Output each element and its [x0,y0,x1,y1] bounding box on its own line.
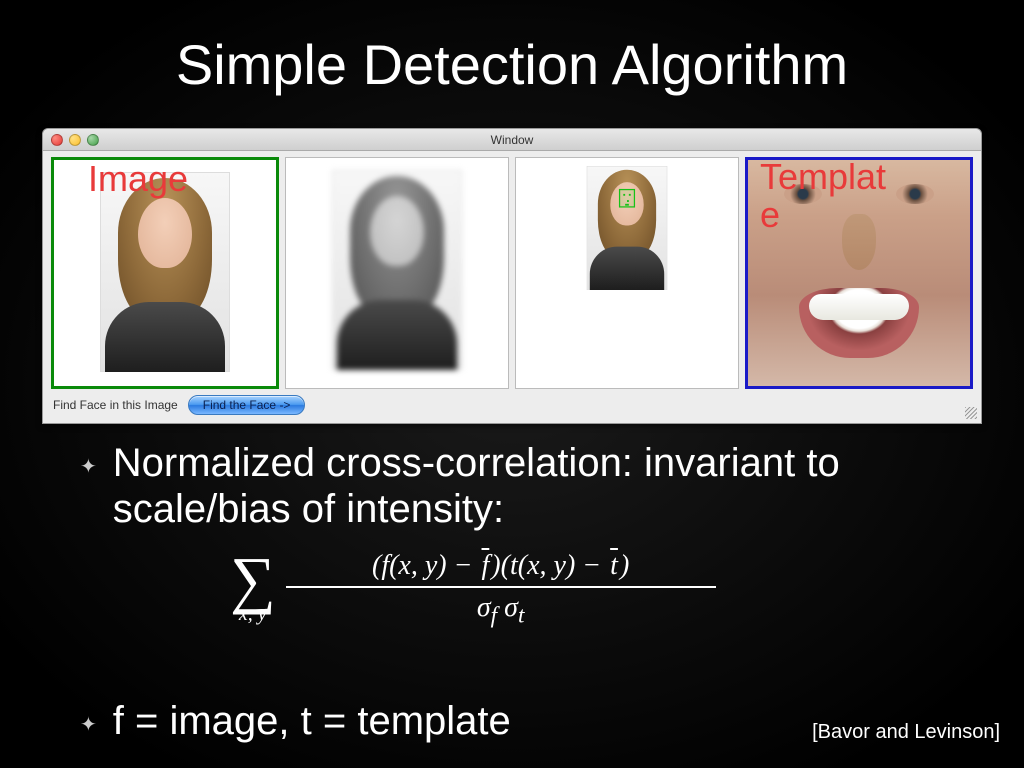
summation-symbol: ∑ x, y [230,554,276,626]
slide-body: ✦ Normalized cross-correlation: invarian… [80,440,984,638]
bullet-icon: ✦ [80,712,97,737]
find-face-button[interactable]: Find the Face -> [188,395,306,415]
slide-title: Simple Detection Algorithm [0,0,1024,97]
detection-box-icon [619,189,635,208]
image-overlay-label: Image [88,158,188,200]
formula: ∑ x, y (f(x, y) − f)(t(x, y) − t) σf σt [230,550,750,630]
denominator: σf σt [477,592,525,630]
sub-f: f [491,603,497,629]
window-titlebar: Window [43,129,981,151]
bullet-item-2: ✦ f = image, t = template [80,699,511,744]
slide-footer-row: ✦ f = image, t = template [Bavor and Lev… [80,699,1000,744]
detection-result-pane [515,157,739,389]
fraction: (f(x, y) − f)(t(x, y) − t) σf σt [286,550,716,630]
window-footer: Find Face in this Image Find the Face -> [53,395,305,415]
citation: [Bavor and Levinson] [812,721,1000,744]
bullet-item-1: ✦ Normalized cross-correlation: invarian… [80,440,984,532]
sigma-t: σ [504,592,518,623]
blurred-image-pane [285,157,509,389]
bullet-icon: ✦ [80,454,97,479]
bullet-text-2: f = image, t = template [113,699,511,744]
sub-t: t [518,603,524,629]
find-face-link[interactable]: Find Face in this Image [53,398,178,412]
resize-grip-icon[interactable] [965,407,977,419]
window-title: Window [43,133,981,147]
sum-subscript: x, y [239,603,267,626]
sigma-f: σ [477,592,491,623]
bullet-text-1: Normalized cross-correlation: invariant … [113,440,984,532]
template-overlay-label: Templat e [760,158,940,234]
numerator: (f(x, y) − f)(t(x, y) − t) [372,550,629,582]
